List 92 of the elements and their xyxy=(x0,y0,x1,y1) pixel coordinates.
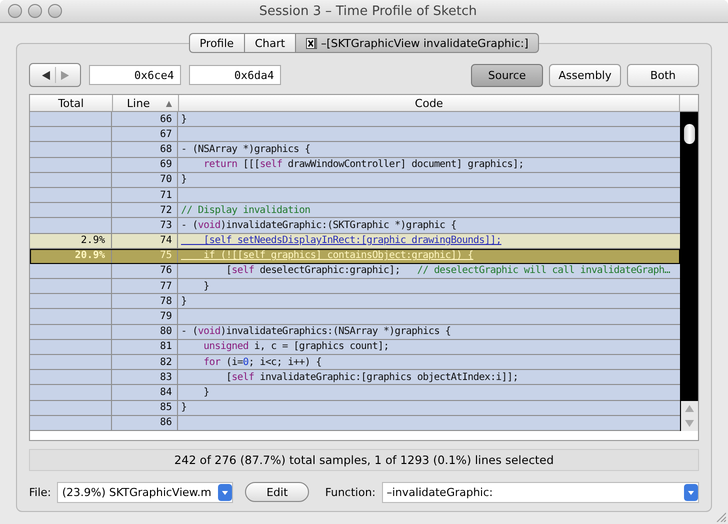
line-number: 67 xyxy=(160,128,172,140)
code-line: } xyxy=(181,114,187,125)
line-number: 82 xyxy=(160,356,172,368)
code-line: // Display invalidation xyxy=(181,204,310,216)
table-row[interactable]: 82 for (i=0; i<c; i++) { xyxy=(30,355,680,370)
table-row[interactable]: 78 } xyxy=(30,294,680,310)
window-control-button[interactable] xyxy=(48,4,62,18)
status-bar: 242 of 276 (87.7%) total samples, 1 of 1293 (0.1%) lines selected xyxy=(29,449,699,471)
total-cell: 2.9% xyxy=(80,235,105,246)
column-header[interactable]: Total xyxy=(30,95,113,111)
table-row[interactable]: 73 - (void)invalidateGraphic:(SKTGraphic *)graphic { xyxy=(30,218,680,234)
code-line: } xyxy=(181,174,187,186)
table-row[interactable]: 72 // Display invalidation xyxy=(30,203,680,218)
table-row[interactable]: 69 return [[[self drawWindowController] document] graphics]; xyxy=(30,158,680,173)
column-title: Total xyxy=(58,96,84,110)
code-line: [self deselectGraphic:graphic]; // deselectGraphic will call invalidateGraph… xyxy=(224,265,670,276)
view-button[interactable]: Source xyxy=(471,64,543,86)
table-row[interactable]: 85 } xyxy=(30,400,680,416)
code-line: } xyxy=(181,296,187,307)
line-number: 75 xyxy=(160,250,172,262)
edit-button[interactable]: Edit xyxy=(245,482,310,502)
window-control-button[interactable] xyxy=(28,4,42,18)
forward-arrow-icon xyxy=(60,70,68,80)
scroll-bar[interactable] xyxy=(680,112,698,431)
address-field[interactable]: 0x6da4 xyxy=(189,65,281,85)
line-number: 86 xyxy=(160,417,172,428)
table-row[interactable]: 66 } xyxy=(30,112,680,128)
line-number: 84 xyxy=(160,386,172,398)
table-row[interactable]: 71 xyxy=(30,188,680,204)
line-number: 72 xyxy=(160,204,172,216)
navigation-control[interactable] xyxy=(29,63,81,87)
line-number: 78 xyxy=(160,296,172,307)
table-row[interactable]: 83 [self invalidateGraphic:[graphics objectAtIndex:i]]; xyxy=(30,370,680,386)
table-row[interactable]: 80 - (void)invalidateGraphics:(NSArray *)graphics { xyxy=(30,324,680,340)
code-line: - (void)invalidateGraphic:(SKTGraphic *)graphic { xyxy=(181,220,456,231)
tab[interactable]: Chart xyxy=(244,33,296,53)
column-header[interactable]: Line ▲ xyxy=(113,95,179,111)
line-number: 70 xyxy=(160,174,172,186)
resize-grip-icon xyxy=(716,512,726,522)
line-number: 74 xyxy=(160,235,172,246)
code-line: - (NSArray *)graphics { xyxy=(181,144,310,155)
column-title: Line xyxy=(126,96,150,110)
table-row[interactable]: 2.9% 74 [self setNeedsDisplayInRect:[graphic drawingBounds]]; xyxy=(30,234,680,249)
line-number: 69 xyxy=(160,159,172,170)
table-row[interactable]: 67 xyxy=(30,127,680,142)
column-header[interactable]: Code xyxy=(179,95,680,111)
table-row[interactable]: 81 unsigned i, c = [graphics count]; xyxy=(30,340,680,355)
line-number: 68 xyxy=(160,144,172,155)
tab[interactable]: –[SKTGraphicView invalidateGraphic:] xyxy=(295,33,540,53)
code-line: return [[[self drawWindowController] document] graphics]; xyxy=(202,159,524,170)
line-number: 71 xyxy=(160,190,172,201)
popup-value: –invalidateGraphic: xyxy=(386,486,493,498)
code-line: } xyxy=(202,386,210,398)
line-number: 76 xyxy=(160,265,172,276)
table-row[interactable]: 68 - (NSArray *)graphics { xyxy=(30,142,680,158)
line-number: 73 xyxy=(160,220,172,231)
code-line: [self invalidateGraphic:[graphics objectAtIndex:i]]; xyxy=(224,372,518,383)
scroll-thumb[interactable] xyxy=(684,124,694,144)
table-row[interactable]: 70 } xyxy=(30,172,680,188)
function-popup[interactable]: –invalidateGraphic: xyxy=(382,482,699,502)
table-row[interactable]: 84 } xyxy=(30,385,680,401)
table-row[interactable]: 76 [self deselectGraphic:graphic]; // deselectGraphic will call invalidateGraph… xyxy=(30,264,680,280)
view-button[interactable]: Both xyxy=(627,64,699,86)
function-label: Function: xyxy=(325,486,376,498)
file-label: File: xyxy=(29,486,52,498)
code-line: for (i=0; i<c; i++) { xyxy=(202,356,322,368)
line-number: 77 xyxy=(160,280,172,292)
window-control-button[interactable] xyxy=(8,4,22,18)
line-number: 81 xyxy=(160,341,172,352)
table-row[interactable]: 86 xyxy=(30,416,680,431)
back-arrow-icon xyxy=(42,70,50,80)
total-cell: 20.9% xyxy=(74,250,105,262)
view-button[interactable]: Assembly xyxy=(549,64,621,86)
line-number: 66 xyxy=(160,114,172,125)
column-title: Code xyxy=(414,96,444,110)
code-line: } xyxy=(181,402,187,414)
address-field[interactable]: 0x6ce4 xyxy=(89,65,181,85)
table-row[interactable]: 79 xyxy=(30,309,680,325)
code-line: unsigned i, c = [graphics count]; xyxy=(202,341,389,352)
line-number: 83 xyxy=(160,372,172,383)
line-number: 85 xyxy=(160,402,172,414)
table-row[interactable]: 77 } xyxy=(30,279,680,294)
sort-arrow[interactable]: ▲ xyxy=(166,98,172,108)
code-line: [self setNeedsDisplayInRect:[graphic drawingBounds]]; xyxy=(202,235,502,246)
tab[interactable]: Profile xyxy=(188,33,244,53)
code-line: } xyxy=(202,280,210,292)
file-popup[interactable]: (23.9%) SKTGraphicView.m xyxy=(57,482,234,502)
window-title: Session 3 – Time Profile of Sketch xyxy=(258,4,478,18)
line-number: 80 xyxy=(160,326,172,338)
code-line: - (void)invalidateGraphics:(NSArray *)graphics { xyxy=(181,326,451,338)
popup-value: (23.9%) SKTGraphicView.m xyxy=(62,486,212,498)
line-number: 79 xyxy=(160,311,172,322)
